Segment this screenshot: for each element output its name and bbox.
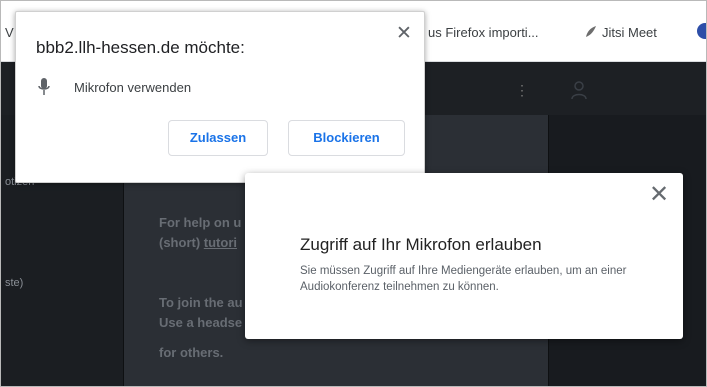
modal-title: Zugriff auf Ihr Mikrofon erlauben xyxy=(300,235,542,254)
bookmark-firefox-import[interactable]: us Firefox importi... xyxy=(428,25,539,40)
bookmark-jitsi-meet[interactable]: Jitsi Meet xyxy=(584,25,657,40)
join-text-line-3: for others. xyxy=(159,345,224,360)
join-text-line: To join the au xyxy=(159,295,243,310)
bookmark-jitsi-label: Jitsi Meet xyxy=(602,25,657,40)
user-icon[interactable] xyxy=(571,80,587,100)
join-text-line-2: Use a headse xyxy=(159,315,243,330)
close-icon[interactable]: ✕ xyxy=(396,24,412,44)
sidebar-list-label[interactable]: ste) xyxy=(5,277,23,289)
permission-title: bbb2.llh-hessen.de möchte: xyxy=(36,38,245,57)
modal-close-icon[interactable]: ✕ xyxy=(649,183,669,207)
permission-request-text: Mikrofon verwenden xyxy=(74,80,192,95)
jitsi-icon xyxy=(586,26,596,37)
bookmark-partial[interactable]: V xyxy=(5,25,14,40)
browser-window: V us Firefox importi... Jitsi Meet ⋮ oti… xyxy=(0,0,707,387)
microphone-access-modal: ✕ Zugriff auf Ihr Mikrofon erlauben Sie … xyxy=(245,173,683,339)
microphone-icon xyxy=(38,78,50,95)
permission-popup: bbb2.llh-hessen.de möchte: ✕ Mikrofon ve… xyxy=(15,11,425,183)
help-text-line-2: (short) tutori xyxy=(159,233,237,253)
help-text-line: For help on u xyxy=(159,215,242,230)
allow-button[interactable]: Zulassen xyxy=(168,120,268,156)
more-options-icon[interactable]: ⋮ xyxy=(515,82,529,99)
block-button[interactable]: Blockieren xyxy=(288,120,405,156)
modal-description: Sie müssen Zugriff auf Ihre Mediengeräte… xyxy=(300,265,627,293)
edge-icon[interactable] xyxy=(697,23,706,39)
help-prefix: (short) xyxy=(159,235,204,250)
tutorial-link[interactable]: tutori xyxy=(204,235,237,250)
